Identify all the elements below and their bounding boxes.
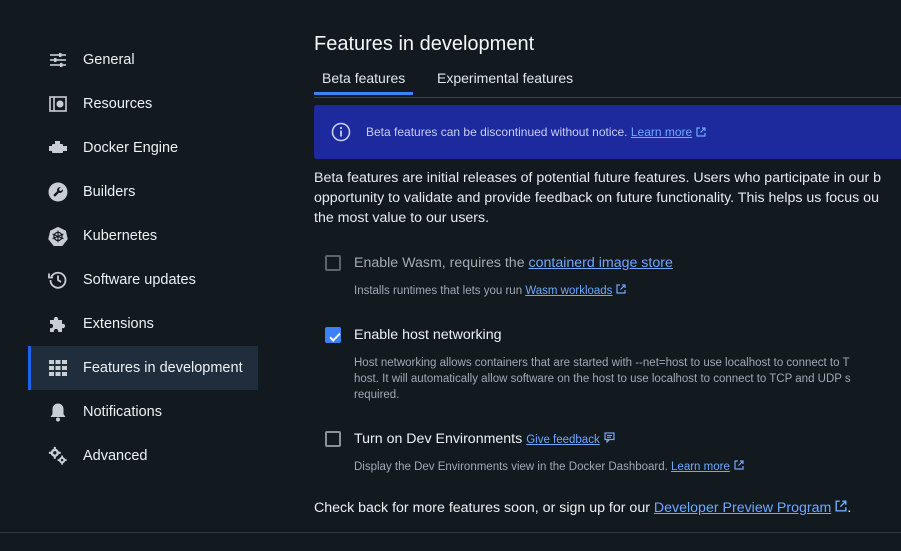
history-icon <box>48 270 68 290</box>
gears-icon <box>48 446 68 466</box>
external-link-icon <box>835 500 847 516</box>
description-line: Beta features are initial releases of po… <box>314 170 882 186</box>
external-link-icon <box>734 459 744 475</box>
wrench-icon <box>48 182 68 202</box>
dev-environments-checkbox[interactable] <box>325 431 341 447</box>
bottom-divider <box>0 532 901 533</box>
sidebar-item-label: Extensions <box>83 316 154 332</box>
feature-subtext: Display the Dev Environments view in the… <box>354 459 744 475</box>
containerd-image-store-link[interactable]: containerd image store <box>529 255 673 271</box>
host-networking-label: Enable host networking <box>354 327 502 343</box>
sidebar-item-builders[interactable]: Builders <box>28 170 258 214</box>
sidebar-item-resources[interactable]: Resources <box>28 82 258 126</box>
dev-environments-subtext: Display the Dev Environments view in the… <box>354 461 672 474</box>
sidebar-item-label: Advanced <box>83 448 148 464</box>
banner-learn-more-link[interactable]: Learn more <box>631 125 692 139</box>
tab-beta-features[interactable]: Beta features <box>322 70 405 86</box>
info-icon <box>331 122 351 142</box>
tab-experimental-features[interactable]: Experimental features <box>437 70 573 86</box>
feature-label: Turn on Dev Environments Give feedback <box>354 431 616 447</box>
sidebar-item-features-in-development[interactable]: Features in development <box>28 346 258 390</box>
sidebar-item-extensions[interactable]: Extensions <box>28 302 258 346</box>
sidebar-item-general[interactable]: General <box>28 38 258 82</box>
developer-preview-program-link[interactable]: Developer Preview Program <box>654 500 831 516</box>
resources-icon <box>48 94 68 114</box>
sidebar-item-notifications[interactable]: Notifications <box>28 390 258 434</box>
banner-message: Beta features can be discontinued withou… <box>366 125 628 139</box>
engine-icon <box>48 138 68 158</box>
sliders-icon <box>48 50 68 70</box>
main-panel: Features in development Beta features Ex… <box>314 0 901 551</box>
host-networking-subtext: Host networking allows containers that a… <box>354 355 851 403</box>
sidebar-item-label: Builders <box>83 184 136 200</box>
info-banner: Beta features can be discontinued withou… <box>314 105 901 159</box>
external-link-icon <box>696 126 706 140</box>
wasm-subtext: Installs runtimes that lets you run <box>354 285 526 298</box>
bell-icon <box>48 402 68 422</box>
page-title: Features in development <box>314 33 535 55</box>
sidebar-item-docker-engine[interactable]: Docker Engine <box>28 126 258 170</box>
sidebar-item-software-updates[interactable]: Software updates <box>28 258 258 302</box>
sidebar-item-label: Software updates <box>83 272 196 288</box>
footer-suffix: . <box>847 500 852 516</box>
tab-bar: Beta features Experimental features <box>314 62 901 98</box>
sidebar-item-kubernetes[interactable]: Kubernetes <box>28 214 258 258</box>
footer-message: Check back for more features soon, or si… <box>314 500 851 516</box>
description-line: the most value to our users. <box>314 210 490 226</box>
feature-subtext: Installs runtimes that lets you run Wasm… <box>354 283 627 299</box>
banner-text: Beta features can be discontinued withou… <box>366 125 706 140</box>
sidebar-item-label: Docker Engine <box>83 140 179 156</box>
sidebar-item-label: Kubernetes <box>83 228 158 244</box>
wasm-label: Enable Wasm, requires the <box>354 255 529 271</box>
feature-label: Enable Wasm, requires the containerd ima… <box>354 255 673 271</box>
beta-description: Beta features are initial releases of po… <box>314 168 901 228</box>
subtext-line: host. It will automatically allow softwa… <box>354 373 851 385</box>
kubernetes-icon <box>48 226 68 246</box>
grid-icon <box>48 358 68 378</box>
subtext-line: Host networking allows containers that a… <box>354 357 850 369</box>
sidebar-item-label: Notifications <box>83 404 162 420</box>
sidebar-item-advanced[interactable]: Advanced <box>28 434 258 478</box>
wasm-checkbox[interactable] <box>325 255 341 271</box>
sidebar-item-label: Features in development <box>83 360 243 376</box>
give-feedback-link[interactable]: Give feedback <box>526 434 600 446</box>
footer-text: Check back for more features soon, or si… <box>314 500 654 516</box>
puzzle-icon <box>48 314 68 334</box>
active-tab-indicator <box>314 92 413 95</box>
feedback-icon <box>604 431 616 447</box>
description-line: opportunity to validate and provide feed… <box>314 190 879 206</box>
sidebar-item-label: Resources <box>83 96 153 112</box>
subtext-line: required. <box>354 389 400 401</box>
dev-environments-label: Turn on Dev Environments <box>354 431 523 447</box>
wasm-workloads-link[interactable]: Wasm workloads <box>525 285 612 297</box>
external-link-icon <box>616 283 627 299</box>
settings-sidebar: General Resources Docker Engine Builders… <box>0 0 290 551</box>
sidebar-item-label: General <box>83 52 135 68</box>
host-networking-checkbox[interactable] <box>325 327 341 343</box>
dev-environments-learn-more-link[interactable]: Learn more <box>671 461 730 473</box>
